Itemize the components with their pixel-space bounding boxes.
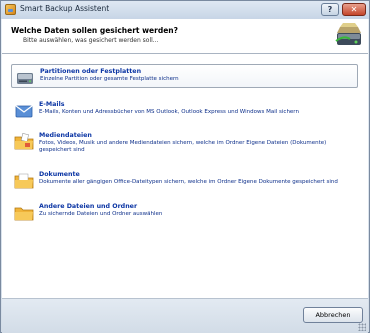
resize-grip[interactable]	[358, 323, 366, 331]
close-button[interactable]: ✕	[342, 3, 366, 16]
option-title: Partitionen oder Festplatten	[40, 68, 142, 75]
help-button[interactable]: ?	[321, 3, 339, 16]
option-description: E-Mails, Konten und Adressbücher von MS …	[39, 109, 299, 115]
header-subtitle: Bitte auswählen, was gesichert werden so…	[23, 37, 159, 44]
options-panel: Partitionen oder Festplatten Einzelne Pa…	[2, 54, 368, 298]
envelope-icon	[15, 105, 33, 118]
option-title: Dokumente	[39, 171, 80, 178]
option-description: Dokumente aller gängigen Office-Dateityp…	[39, 179, 338, 185]
header-title: Welche Daten sollen gesichert werden?	[11, 26, 178, 35]
option-title: Mediendateien	[39, 132, 92, 139]
folder-icon	[14, 207, 34, 221]
option-emails[interactable]: E-Mails E-Mails, Konten und Adressbücher…	[11, 98, 358, 122]
title-bar[interactable]: Smart Backup Assistent ? ✕	[1, 1, 369, 19]
window-title: Smart Backup Assistent	[20, 4, 110, 13]
option-media[interactable]: Mediendateien Fotos, Videos, Musik und a…	[11, 129, 358, 159]
wizard-footer: Abbrechen	[2, 298, 368, 333]
documents-folder-icon	[14, 173, 34, 189]
option-title: Andere Dateien und Ordner	[39, 203, 138, 210]
wizard-window: Smart Backup Assistent ? ✕ Welche Daten …	[0, 0, 370, 333]
hard-drive-icon	[17, 73, 33, 84]
app-icon	[5, 4, 16, 15]
media-folder-icon	[14, 133, 34, 150]
option-description: Einzelne Partition oder gesamte Festplat…	[40, 76, 179, 82]
option-other-files[interactable]: Andere Dateien und Ordner Zu sichernde D…	[11, 200, 358, 224]
backup-drive-icon	[335, 23, 361, 45]
wizard-header: Welche Daten sollen gesichert werden? Bi…	[2, 19, 368, 54]
cancel-button[interactable]: Abbrechen	[303, 307, 363, 323]
option-documents[interactable]: Dokumente Dokumente aller gängigen Offic…	[11, 168, 358, 192]
option-title: E-Mails	[39, 101, 65, 108]
option-partitions[interactable]: Partitionen oder Festplatten Einzelne Pa…	[11, 64, 358, 88]
option-description: Zu sichernde Dateien und Ordner auswähle…	[39, 211, 163, 217]
option-description: Fotos, Videos, Musik und andere Medienda…	[39, 140, 327, 153]
